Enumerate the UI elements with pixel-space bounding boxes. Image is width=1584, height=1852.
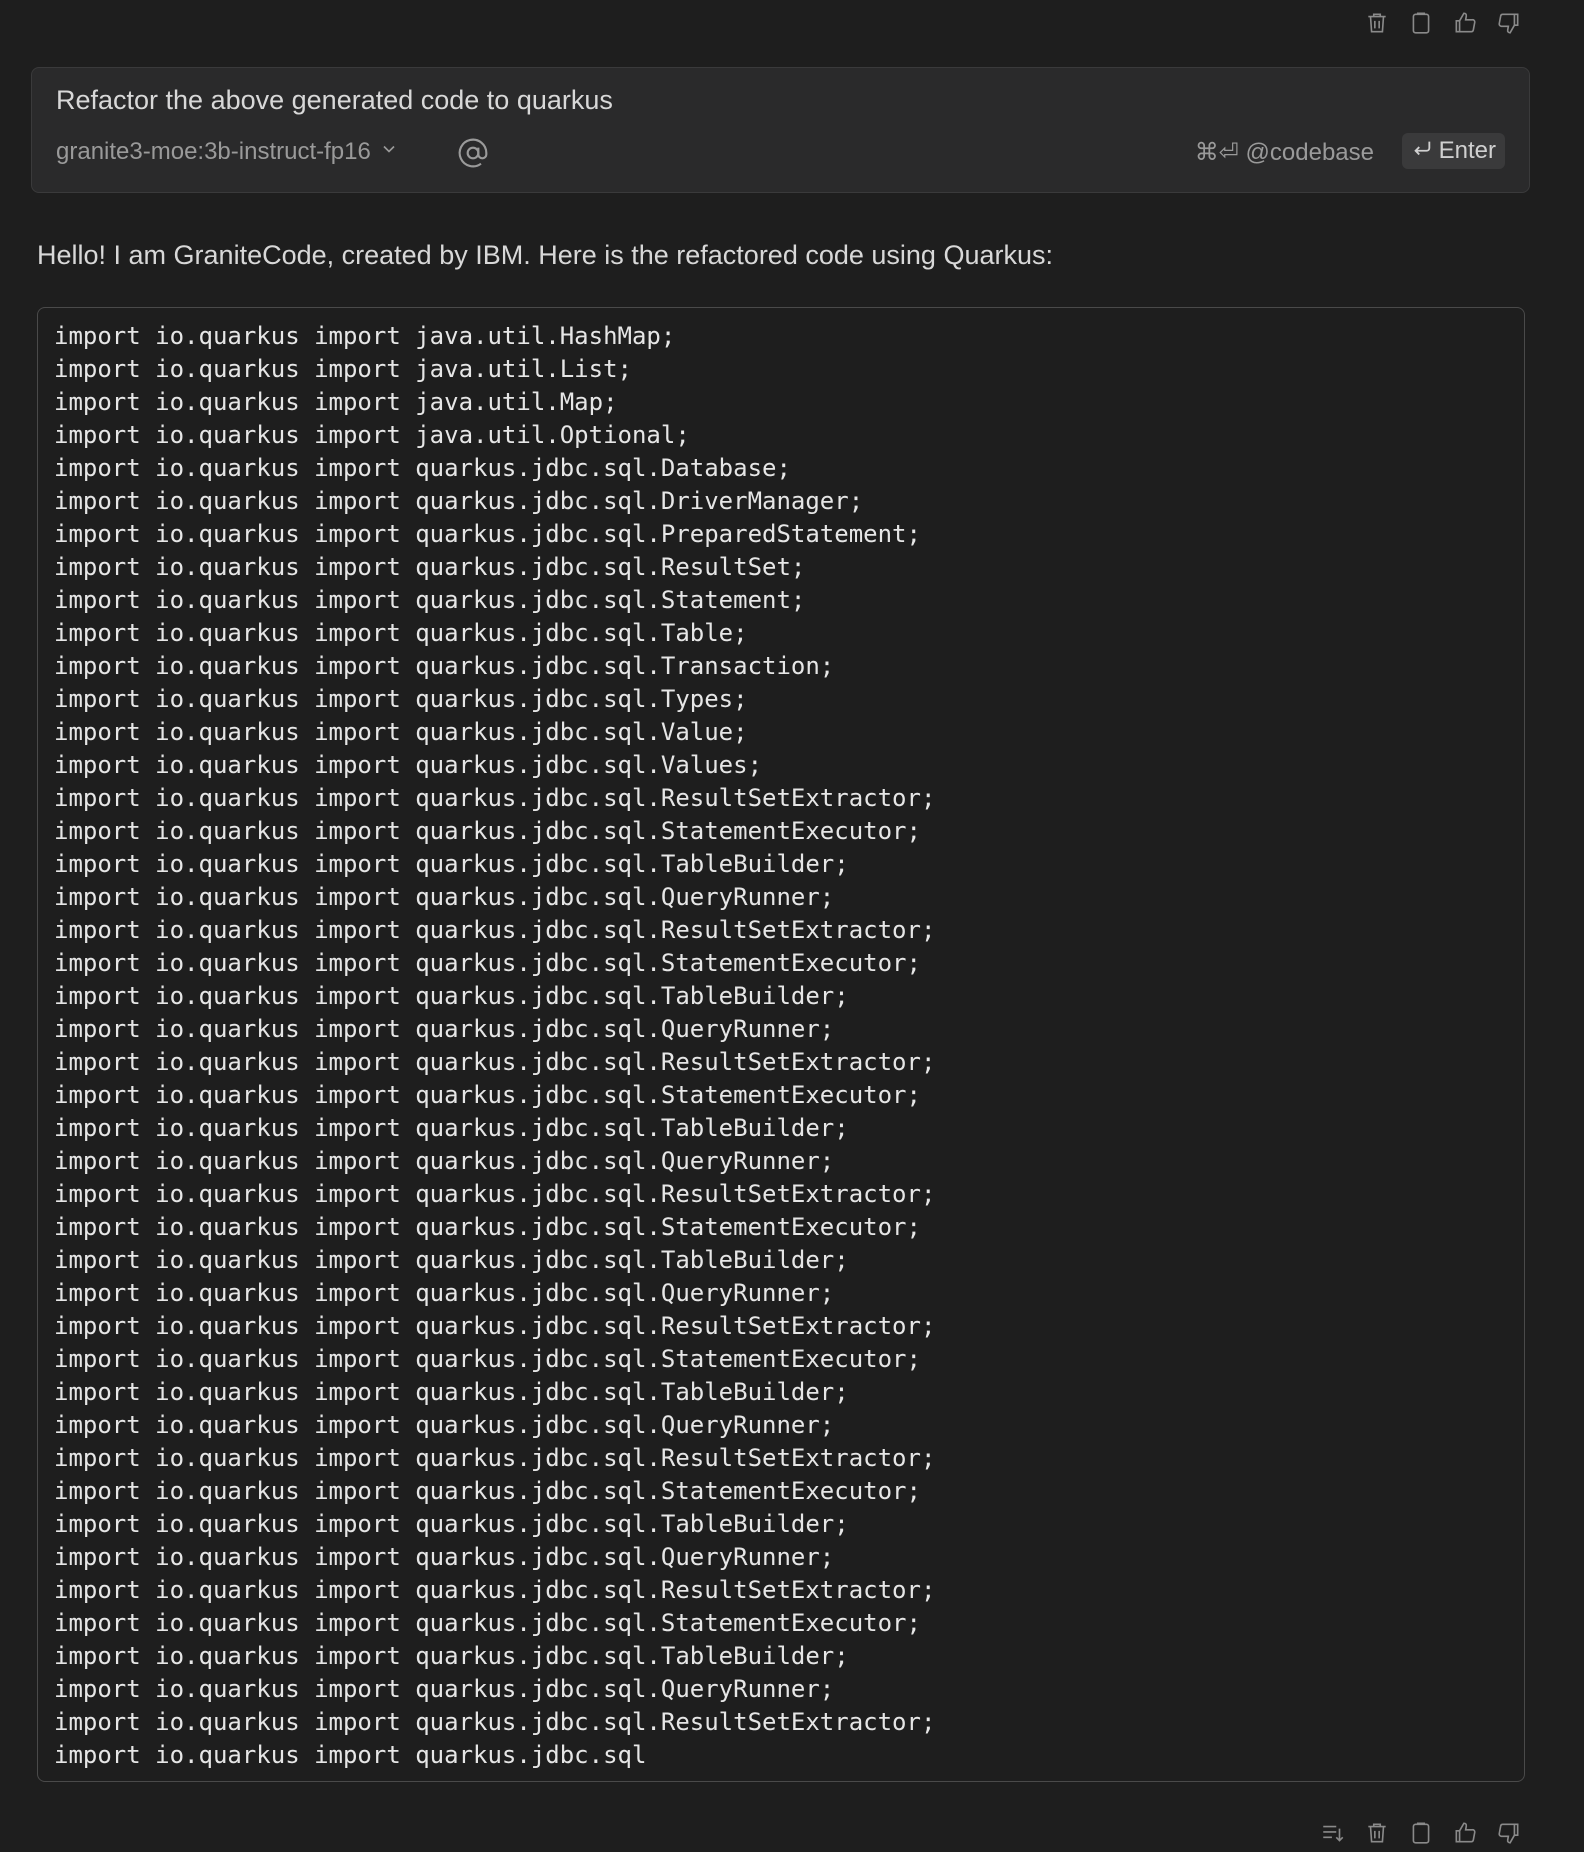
thumbs-down-icon[interactable] bbox=[1494, 8, 1524, 38]
code-line: import io.quarkus import quarkus.jdbc.sq… bbox=[54, 1279, 835, 1307]
trash-icon[interactable] bbox=[1362, 1818, 1392, 1848]
code-line: import io.quarkus import quarkus.jdbc.sq… bbox=[54, 1213, 921, 1241]
at-mention-icon[interactable] bbox=[457, 137, 489, 174]
model-name: granite3-moe:3b-instruct-fp16 bbox=[56, 138, 371, 165]
code-line: import io.quarkus import quarkus.jdbc.sq… bbox=[54, 1081, 921, 1109]
code-line: import io.quarkus import quarkus.jdbc.sq… bbox=[54, 817, 921, 845]
code-line: import io.quarkus import quarkus.jdbc.sq… bbox=[54, 982, 849, 1010]
continue-icon[interactable] bbox=[1318, 1818, 1348, 1848]
code-line: import io.quarkus import java.util.Optio… bbox=[54, 421, 690, 449]
code-line: import io.quarkus import java.util.List; bbox=[54, 355, 632, 383]
code-line: import io.quarkus import quarkus.jdbc.sq… bbox=[54, 652, 835, 680]
code-line: import io.quarkus import quarkus.jdbc.sq… bbox=[54, 718, 748, 746]
code-line: import io.quarkus import quarkus.jdbc.sq… bbox=[54, 1675, 835, 1703]
code-line: import io.quarkus import quarkus.jdbc.sq… bbox=[54, 1609, 921, 1637]
code-line: import io.quarkus import quarkus.jdbc.sq… bbox=[54, 883, 835, 911]
thumbs-up-icon[interactable] bbox=[1450, 8, 1480, 38]
code-block[interactable]: import io.quarkus import java.util.HashM… bbox=[37, 307, 1525, 1782]
chevron-down-icon bbox=[379, 138, 399, 166]
enter-button[interactable]: Enter bbox=[1401, 133, 1505, 169]
code-line: import io.quarkus import quarkus.jdbc.sq… bbox=[54, 685, 748, 713]
code-line: import io.quarkus import quarkus.jdbc.sq… bbox=[54, 619, 748, 647]
code-line: import io.quarkus import quarkus.jdbc.sq… bbox=[54, 916, 936, 944]
prompt-input-card[interactable]: Refactor the above generated code to qua… bbox=[31, 67, 1530, 193]
trash-icon[interactable] bbox=[1362, 8, 1392, 38]
code-line: import io.quarkus import quarkus.jdbc.sq… bbox=[54, 1510, 849, 1538]
codebase-shortcut[interactable]: ⌘⏎ @codebase bbox=[1195, 138, 1374, 167]
code-line: import io.quarkus import quarkus.jdbc.sq… bbox=[54, 454, 791, 482]
code-line: import io.quarkus import quarkus.jdbc.sq… bbox=[54, 1015, 835, 1043]
clipboard-icon[interactable] bbox=[1406, 1818, 1436, 1848]
code-line: import io.quarkus import quarkus.jdbc.sq… bbox=[54, 1312, 936, 1340]
code-line: import io.quarkus import quarkus.jdbc.sq… bbox=[54, 1576, 936, 1604]
code-line: import io.quarkus import quarkus.jdbc.sq… bbox=[54, 553, 806, 581]
code-line: import io.quarkus import quarkus.jdbc.sq… bbox=[54, 1708, 936, 1736]
return-icon bbox=[1411, 137, 1433, 166]
code-line: import io.quarkus import quarkus.jdbc.sq… bbox=[54, 1147, 835, 1175]
code-line: import io.quarkus import quarkus.jdbc.sq… bbox=[54, 487, 864, 515]
code-line: import io.quarkus import quarkus.jdbc.sq… bbox=[54, 1741, 647, 1769]
code-line: import io.quarkus import quarkus.jdbc.sq… bbox=[54, 1114, 849, 1142]
code-line: import io.quarkus import quarkus.jdbc.sq… bbox=[54, 520, 921, 548]
prompt-text[interactable]: Refactor the above generated code to qua… bbox=[56, 85, 613, 116]
code-line: import io.quarkus import quarkus.jdbc.sq… bbox=[54, 751, 763, 779]
clipboard-icon[interactable] bbox=[1406, 8, 1436, 38]
response-intro: Hello! I am GraniteCode, created by IBM.… bbox=[37, 240, 1053, 270]
code-line: import io.quarkus import java.util.HashM… bbox=[54, 322, 676, 350]
thumbs-up-icon[interactable] bbox=[1450, 1818, 1480, 1848]
code-line: import io.quarkus import quarkus.jdbc.sq… bbox=[54, 1048, 936, 1076]
code-line: import io.quarkus import quarkus.jdbc.sq… bbox=[54, 1411, 835, 1439]
code-line: import io.quarkus import quarkus.jdbc.sq… bbox=[54, 1378, 849, 1406]
code-line: import io.quarkus import quarkus.jdbc.sq… bbox=[54, 1444, 936, 1472]
message-actions-top bbox=[1362, 8, 1524, 38]
model-select[interactable]: granite3-moe:3b-instruct-fp16 bbox=[56, 138, 399, 166]
thumbs-down-icon[interactable] bbox=[1494, 1818, 1524, 1848]
code-line: import io.quarkus import quarkus.jdbc.sq… bbox=[54, 1642, 849, 1670]
code-line: import io.quarkus import quarkus.jdbc.sq… bbox=[54, 1477, 921, 1505]
code-line: import io.quarkus import quarkus.jdbc.sq… bbox=[54, 1345, 921, 1373]
message-actions-bottom bbox=[1318, 1818, 1524, 1848]
code-line: import io.quarkus import java.util.Map; bbox=[54, 388, 618, 416]
code-line: import io.quarkus import quarkus.jdbc.sq… bbox=[54, 1180, 936, 1208]
code-line: import io.quarkus import quarkus.jdbc.sq… bbox=[54, 1543, 835, 1571]
enter-label: Enter bbox=[1438, 137, 1496, 164]
code-line: import io.quarkus import quarkus.jdbc.sq… bbox=[54, 1246, 849, 1274]
code-line: import io.quarkus import quarkus.jdbc.sq… bbox=[54, 850, 849, 878]
code-line: import io.quarkus import quarkus.jdbc.sq… bbox=[54, 784, 936, 812]
code-line: import io.quarkus import quarkus.jdbc.sq… bbox=[54, 586, 806, 614]
code-line: import io.quarkus import quarkus.jdbc.sq… bbox=[54, 949, 921, 977]
